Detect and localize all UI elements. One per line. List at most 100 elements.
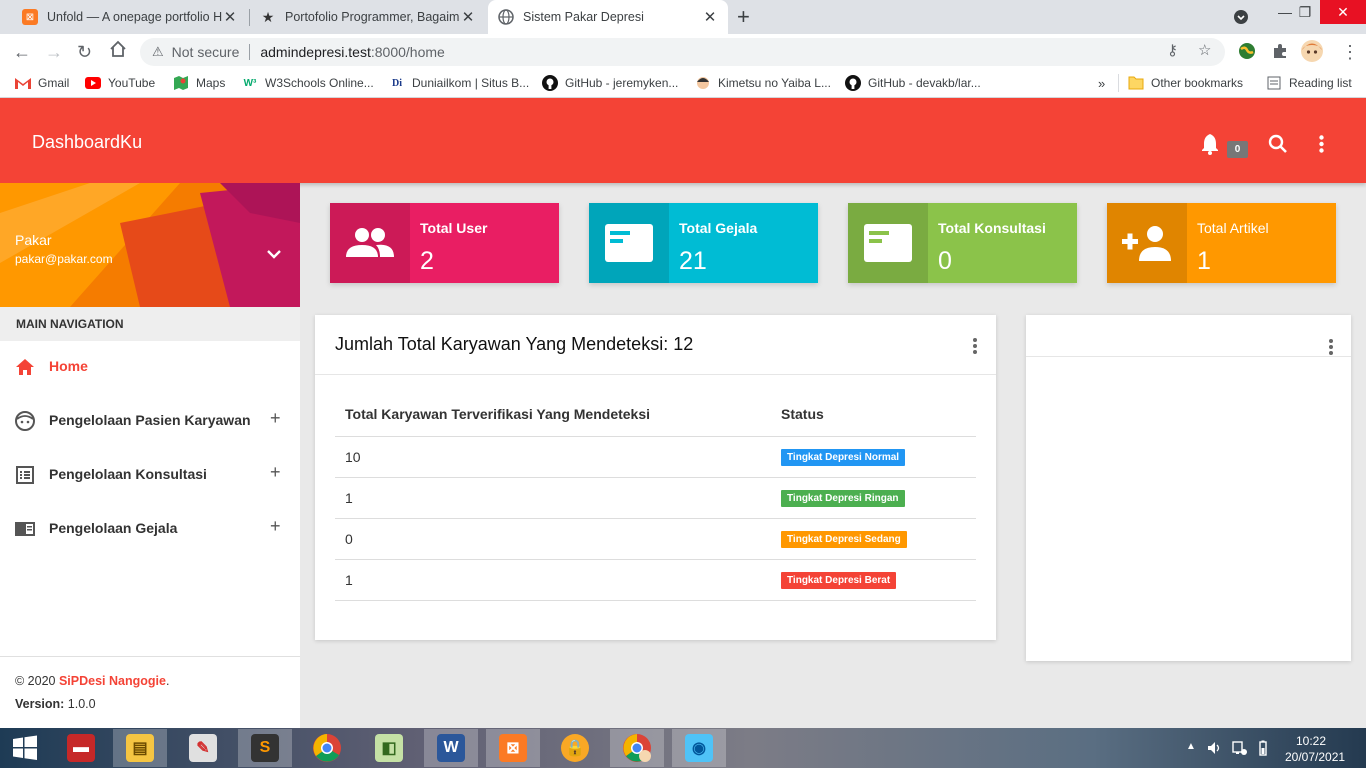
chrome-menu-icon[interactable]: ⋮: [1341, 42, 1359, 63]
window-close-button[interactable]: ✕: [1320, 0, 1366, 24]
more-vert-icon[interactable]: [973, 338, 977, 356]
github-icon: [845, 75, 861, 91]
close-icon[interactable]: ✕: [702, 8, 718, 26]
bookmarks-overflow-button[interactable]: »: [1098, 76, 1105, 91]
volume-icon[interactable]: [1207, 740, 1223, 768]
more-vert-icon[interactable]: [1329, 339, 1333, 357]
table-row: 1 Tingkat Depresi Ringan: [335, 477, 976, 519]
chrome-icon: [313, 734, 341, 762]
duniailkom-icon: Di: [392, 77, 402, 89]
battery-icon[interactable]: [1255, 740, 1271, 768]
bookmark-star-icon[interactable]: ☆: [1198, 41, 1211, 59]
start-button[interactable]: [0, 729, 50, 767]
windows-taskbar: ▬ ▤ ✎ S ◧ W ⊠ 🔒 ◉ ▲ 10:22 20/07/2021: [0, 728, 1366, 768]
count-cell: 10: [335, 436, 771, 478]
address-bar[interactable]: ⚠ Not secure admindepresi.test:8000/home…: [140, 38, 1225, 66]
stat-total-artikel[interactable]: Total Artikel 1: [1107, 203, 1336, 283]
back-icon[interactable]: ←: [13, 42, 31, 63]
palette-icon: ✎: [189, 734, 217, 762]
bookmark-kimetsu[interactable]: Kimetsu no Yaiba L...: [695, 76, 831, 90]
taskbar-book-app[interactable]: ▬: [54, 729, 108, 767]
clock-time: 10:22: [1295, 734, 1327, 748]
sidebar-item-pasien-karyawan[interactable]: Pengelolaan Pasien Karyawan +: [0, 395, 300, 449]
browser-tab-3[interactable]: Sistem Pakar Depresi ✕: [488, 0, 728, 34]
tab-search-icon[interactable]: [1224, 5, 1258, 29]
bookmark-w3schools[interactable]: W³ W3Schools Online...: [242, 76, 374, 90]
search-icon[interactable]: [1268, 134, 1288, 159]
tray-expand-icon[interactable]: ▲: [1186, 741, 1196, 768]
sidebar: Pakar pakar@pakar.com MAIN NAVIGATION Ho…: [0, 183, 300, 728]
taskbar-vpn[interactable]: 🔒: [548, 729, 602, 767]
taskbar-chrome-profile[interactable]: [610, 729, 664, 767]
browser-tab-2[interactable]: ★ Portofolio Programmer, Bagaima ✕: [250, 0, 486, 34]
expand-plus-icon[interactable]: +: [270, 516, 281, 537]
brand-link[interactable]: DashboardKu: [32, 132, 142, 153]
extension-globe-icon[interactable]: [1238, 42, 1256, 65]
bookmark-label: Gmail: [38, 76, 70, 90]
new-tab-button[interactable]: +: [737, 4, 750, 30]
close-icon[interactable]: ✕: [222, 8, 238, 26]
elephant-icon: ◉: [685, 734, 713, 762]
sidebar-item-konsultasi[interactable]: Pengelolaan Konsultasi +: [0, 449, 300, 503]
detection-table: Total Karyawan Terverifikasi Yang Mendet…: [335, 393, 976, 601]
bookmark-label: Maps: [196, 76, 226, 90]
other-bookmarks-button[interactable]: Other bookmarks: [1128, 76, 1243, 90]
extensions-puzzle-icon[interactable]: [1271, 42, 1289, 65]
taskbar-mysql[interactable]: ◉: [672, 729, 726, 767]
bookmark-youtube[interactable]: YouTube: [85, 76, 155, 90]
stat-value: 2: [420, 247, 434, 275]
home-page-icon[interactable]: [109, 40, 127, 63]
app-header: DashboardKu 0: [0, 98, 1366, 183]
card-icon: [848, 203, 928, 283]
network-icon[interactable]: [1232, 740, 1248, 768]
restore-button[interactable]: ❐: [1288, 0, 1322, 24]
notifications-bell-icon[interactable]: [1200, 133, 1220, 160]
copyright-link[interactable]: SiPDesi Nangogie: [59, 674, 166, 688]
expand-plus-icon[interactable]: +: [270, 462, 281, 483]
taskbar-sticky-notes[interactable]: ◧: [362, 729, 416, 767]
browser-tab-1[interactable]: ⊠ Unfold — A onepage portfolio H ✕: [12, 0, 248, 34]
stat-total-konsultasi[interactable]: Total Konsultasi 0: [848, 203, 1077, 283]
taskbar-xampp[interactable]: ⊠: [486, 729, 540, 767]
key-icon[interactable]: ⚷: [1167, 41, 1178, 59]
forward-icon[interactable]: →: [45, 42, 63, 63]
status-badge: Tingkat Depresi Normal: [781, 449, 906, 466]
profile-avatar-icon[interactable]: [1300, 39, 1324, 68]
warning-icon[interactable]: ⚠: [152, 44, 164, 60]
clock-date: 20/07/2021: [1285, 750, 1346, 764]
chrome-profile-icon: [623, 734, 651, 762]
taskbar-file-explorer[interactable]: ▤: [113, 729, 167, 767]
folder-icon: ▤: [126, 734, 154, 762]
table-row: 1 Tingkat Depresi Berat: [335, 559, 976, 601]
system-clock[interactable]: 10:22 20/07/2021: [1285, 733, 1346, 765]
list-icon: [14, 464, 36, 486]
windows-logo-icon: [13, 735, 37, 760]
taskbar-paint[interactable]: ✎: [176, 729, 230, 767]
stat-total-gejala[interactable]: Total Gejala 21: [589, 203, 818, 283]
globe-icon: [498, 9, 514, 25]
status-cell: Tingkat Depresi Ringan: [771, 477, 976, 519]
bookmark-gmail[interactable]: Gmail: [15, 76, 69, 90]
status-badge: Tingkat Depresi Berat: [781, 572, 897, 589]
taskbar-word[interactable]: W: [424, 729, 478, 767]
bookmark-github-jeremyken[interactable]: GitHub - jeremyken...: [542, 75, 678, 91]
stat-total-user[interactable]: Total User 2: [330, 203, 559, 283]
taskbar-sublime[interactable]: S: [238, 729, 292, 767]
bookmark-label: Duniailkom | Situs B...: [412, 76, 530, 90]
expand-plus-icon[interactable]: +: [270, 408, 281, 429]
sidebar-item-gejala[interactable]: Pengelolaan Gejala +: [0, 503, 300, 557]
bookmark-duniailkom[interactable]: Di Duniailkom | Situs B...: [389, 76, 529, 90]
reload-icon[interactable]: ↻: [77, 42, 92, 63]
bookmark-github-devakb[interactable]: GitHub - devakb/lar...: [845, 75, 981, 91]
bookmark-maps[interactable]: Maps: [173, 76, 225, 90]
security-label[interactable]: Not secure: [172, 44, 240, 60]
person-add-icon: [1107, 203, 1187, 283]
sidebar-item-home[interactable]: Home: [0, 341, 300, 395]
reading-list-button[interactable]: Reading list: [1266, 76, 1352, 90]
more-vert-icon[interactable]: [1319, 135, 1324, 158]
close-icon[interactable]: ✕: [460, 8, 476, 26]
card-header: [1026, 315, 1351, 357]
taskbar-chrome[interactable]: [300, 729, 354, 767]
copyright-text: © 2020 SiPDesi Nangogie.: [15, 674, 169, 688]
xampp-icon: ⊠: [22, 9, 38, 25]
